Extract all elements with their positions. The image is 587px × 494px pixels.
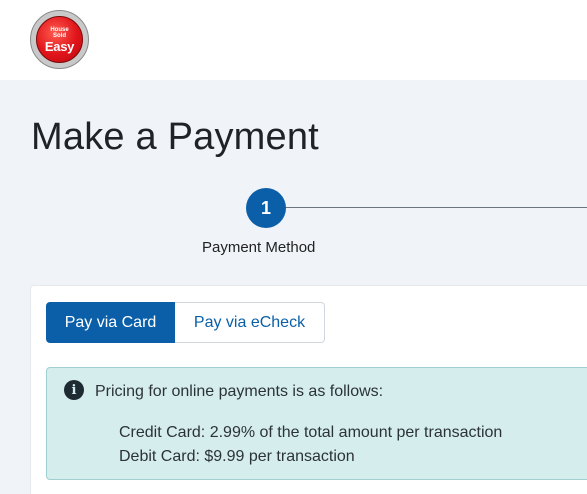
credit-card-pricing-text: Credit Card: 2.99% of the total amount p… — [119, 424, 503, 441]
payment-method-tabs: Pay via Card Pay via eCheck — [46, 302, 325, 343]
page-title: Make a Payment — [31, 116, 319, 158]
debit-card-pricing-text: Debit Card: $9.99 per transaction — [119, 448, 355, 465]
pay-via-echeck-tab[interactable]: Pay via eCheck — [175, 302, 325, 343]
pricing-info-alert: i Pricing for online payments is as foll… — [46, 367, 587, 480]
logo-text-easy: Easy — [44, 38, 75, 54]
step-1-label: Payment Method — [202, 239, 316, 256]
pay-via-card-tab[interactable]: Pay via Card — [46, 302, 175, 343]
logo-badge: House Sold Easy — [36, 16, 83, 63]
logo-text-sold: Sold — [53, 32, 66, 39]
info-icon: i — [64, 380, 84, 400]
house-sold-easy-logo[interactable]: House Sold Easy — [30, 10, 89, 69]
pricing-alert-heading: Pricing for online payments is as follow… — [95, 383, 384, 400]
stepper-connector-line — [285, 207, 587, 208]
step-1-indicator: 1 — [246, 188, 286, 228]
site-header: House Sold Easy — [0, 0, 587, 80]
